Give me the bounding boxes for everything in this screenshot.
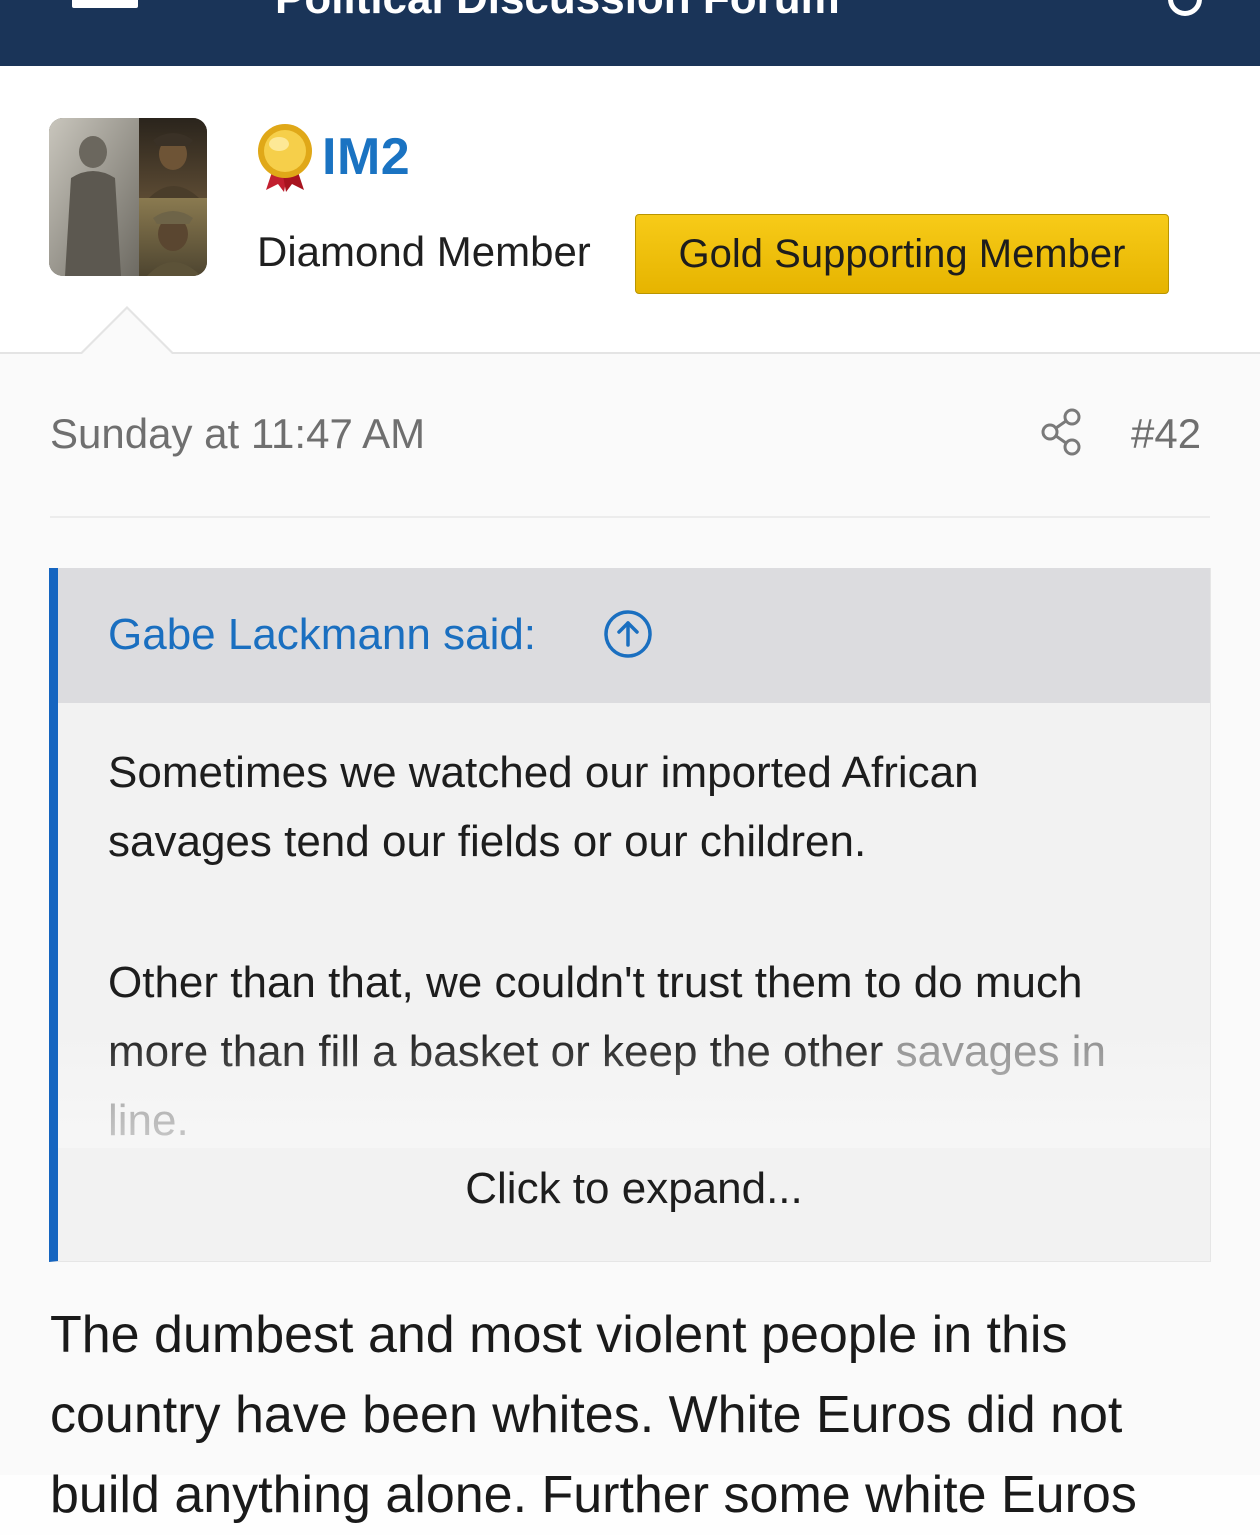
user-banner-badge: Gold Supporting Member (635, 214, 1169, 294)
gold-medal-icon (258, 124, 312, 192)
pointer-notch-fill (82, 309, 172, 354)
quote-paragraph: Sometimes we watched our imported Africa… (108, 748, 979, 866)
avatar[interactable] (49, 118, 207, 276)
click-to-expand-link[interactable]: Click to expand... (58, 1164, 1210, 1214)
header-divider (0, 352, 1260, 354)
menu-icon[interactable] (72, 0, 138, 8)
quote-paragraph: Other than that, we couldn't trust them … (108, 948, 1148, 1155)
quote-block: Gabe Lackmann said: Sometimes we watched… (49, 568, 1211, 1262)
username-row: IM2 (254, 122, 410, 192)
arrow-up-circle-icon[interactable] (602, 608, 654, 660)
post-number-link[interactable]: #42 (1131, 410, 1201, 458)
post-user-header: IM2 Diamond Member Gold Supporting Membe… (0, 66, 1260, 353)
post-paragraph: The dumbest and most violent people in t… (50, 1306, 1137, 1524)
username[interactable]: IM2 (322, 127, 410, 187)
site-title[interactable]: Political Discussion Forum (275, 0, 840, 24)
post-date[interactable]: Sunday at 11:47 AM (50, 410, 425, 458)
post-meta-divider (50, 516, 1210, 518)
share-icon[interactable] (1040, 406, 1086, 458)
user-title: Diamond Member (257, 228, 591, 275)
quote-header: Gabe Lackmann said: (58, 568, 1210, 703)
search-icon[interactable] (1168, 0, 1202, 16)
quote-author-link[interactable]: Gabe Lackmann said: (108, 610, 536, 660)
avatar-image (49, 118, 207, 276)
quote-content: Sometimes we watched our imported Africa… (108, 738, 1148, 1155)
top-navigation-bar: Political Discussion Forum (0, 0, 1260, 66)
post-message-body: The dumbest and most violent people in t… (50, 1295, 1230, 1535)
